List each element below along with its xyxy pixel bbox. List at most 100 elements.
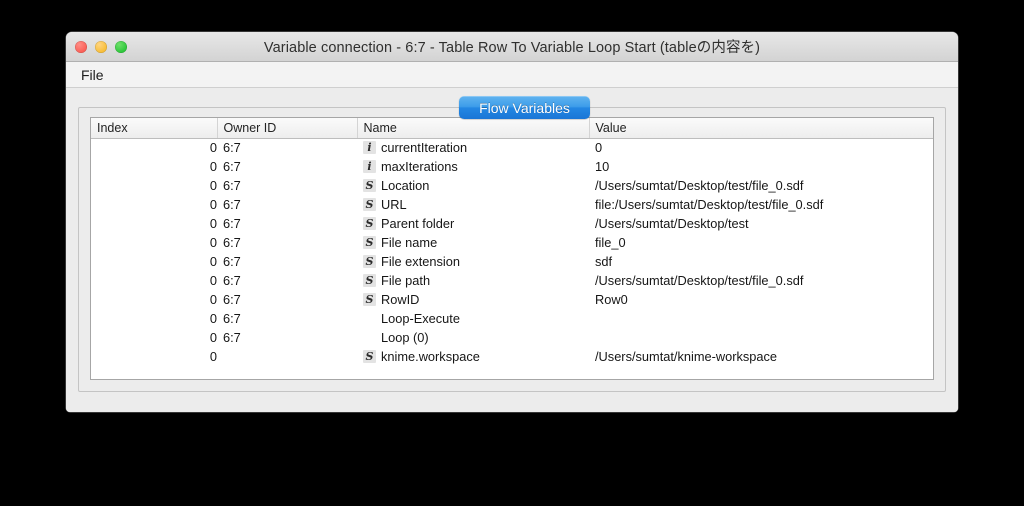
cell-owner-id: 6:7 bbox=[223, 235, 241, 250]
table-row[interactable]: 0 6:7 Loop-Execute bbox=[91, 309, 933, 328]
cell-value: 10 bbox=[595, 159, 610, 174]
variable-name: Location bbox=[381, 178, 430, 193]
dialog-body: Flow Variables Index Owner ID Name Value bbox=[66, 88, 958, 412]
cell-name: S Parent folder bbox=[357, 214, 589, 233]
variable-name: File extension bbox=[381, 254, 460, 269]
cell-owner-id: 6:7 bbox=[223, 273, 241, 288]
table-row[interactable]: 0 6:7 i currentIteration 0 bbox=[91, 138, 933, 157]
table-row[interactable]: 0 6:7 S RowID Row0 bbox=[91, 290, 933, 309]
integer-type-icon: i bbox=[363, 141, 376, 155]
cell-index: 0 bbox=[209, 330, 217, 345]
cell-owner-id: 6:7 bbox=[223, 311, 241, 326]
column-header-value[interactable]: Value bbox=[588, 118, 933, 139]
variable-name: Parent folder bbox=[381, 216, 455, 231]
flow-variables-panel: Index Owner ID Name Value 0 6:7 i currentIt… bbox=[78, 107, 946, 392]
variable-name: currentIteration bbox=[381, 140, 468, 156]
flow-variables-table: Index Owner ID Name Value 0 6:7 i currentIt… bbox=[91, 118, 933, 366]
table-row[interactable]: 0 6:7 S Parent folder/Users/sumtat/Desktop/… bbox=[91, 214, 933, 233]
table-row[interactable]: 0 6:7 S Location/Users/sumtat/Desktop/test/… bbox=[91, 176, 933, 195]
table-row[interactable]: 0 6:7 S URL file:/Users/sumtat/Desktop/test/… bbox=[91, 195, 933, 214]
string-type-icon: S bbox=[363, 198, 376, 211]
cell-value: 0 bbox=[595, 140, 603, 156]
cell-value bbox=[589, 309, 933, 328]
cell-owner-id: 6:7 bbox=[223, 254, 241, 269]
cell-index: 0 bbox=[209, 197, 217, 212]
cell-name: i currentIteration bbox=[357, 138, 589, 157]
variable-name: knime.workspace bbox=[381, 349, 480, 364]
variable-name: Loop (0) bbox=[381, 330, 429, 345]
variable-name: maxIterations bbox=[381, 159, 458, 174]
zoom-button[interactable] bbox=[115, 40, 127, 53]
cell-value: file:/Users/sumtat/Desktop/test/file_0.s… bbox=[595, 197, 824, 212]
cell-owner-id: 6:7 bbox=[223, 292, 241, 307]
cell-index: 0 bbox=[209, 235, 217, 250]
cell-owner-id: 6:7 bbox=[223, 197, 241, 212]
cell-name: S RowID bbox=[357, 290, 589, 309]
cell-owner-id bbox=[217, 347, 357, 366]
cell-index: 0 bbox=[209, 292, 217, 307]
cell-name: S File extension bbox=[357, 252, 589, 271]
cell-value: /Users/sumtat/knime-workspace bbox=[595, 349, 778, 364]
window-titlebar: Variable connection - 6:7 - Table Row To… bbox=[66, 32, 958, 62]
cell-owner-id: 6:7 bbox=[223, 140, 241, 156]
flow-variables-table-frame: Index Owner ID Name Value 0 6:7 i currentIt… bbox=[90, 117, 934, 380]
cell-value bbox=[589, 328, 933, 347]
close-button[interactable] bbox=[75, 40, 87, 53]
cell-index: 0 bbox=[209, 254, 217, 269]
cell-value: /Users/sumtat/Desktop/test/file_0.sdf bbox=[595, 178, 804, 193]
table-row[interactable]: 0 6:7 S File name file_0 bbox=[91, 233, 933, 252]
cell-index: 0 bbox=[209, 216, 217, 231]
column-header-index[interactable]: Index bbox=[91, 118, 217, 139]
minimize-button[interactable] bbox=[95, 40, 107, 53]
table-header: Index Owner ID Name Value bbox=[91, 118, 933, 139]
table-row[interactable]: 0 6:7 S File extension sdf bbox=[91, 252, 933, 271]
string-type-icon: S bbox=[363, 255, 376, 268]
string-type-icon: S bbox=[363, 179, 376, 192]
cell-value: sdf bbox=[595, 254, 613, 269]
cell-index: 0 bbox=[209, 159, 217, 174]
cell-owner-id: 6:7 bbox=[223, 178, 241, 193]
table-row[interactable]: 0 6:7 i maxIterations 10 bbox=[91, 157, 933, 176]
cell-index: 0 bbox=[209, 178, 217, 193]
cell-name: Sknime.workspace bbox=[357, 347, 589, 366]
string-type-icon: S bbox=[363, 217, 376, 230]
cell-name: Loop (0) bbox=[357, 328, 589, 347]
cell-name: S File path bbox=[357, 271, 589, 290]
window-controls bbox=[75, 40, 127, 53]
table-row[interactable]: 0 6:7 Loop (0) bbox=[91, 328, 933, 347]
string-type-icon: S bbox=[363, 293, 376, 306]
cell-value: /Users/sumtat/Desktop/test/file_0.sdf bbox=[595, 273, 804, 288]
integer-type-icon: i bbox=[363, 160, 376, 173]
cell-owner-id: 6:7 bbox=[223, 159, 241, 174]
cell-name: S File name bbox=[357, 233, 589, 252]
cell-name: S URL bbox=[357, 195, 589, 214]
string-type-icon: S bbox=[363, 274, 376, 287]
cell-value: Row0 bbox=[595, 292, 628, 307]
no-type-icon bbox=[363, 312, 376, 325]
variable-connection-window: Variable connection - 6:7 - Table Row To… bbox=[66, 32, 958, 412]
variable-name: URL bbox=[381, 197, 407, 212]
cell-name: S Location bbox=[357, 176, 589, 195]
cell-value: /Users/sumtat/Desktop/test bbox=[595, 216, 749, 231]
string-type-icon: S bbox=[363, 350, 376, 363]
column-header-name[interactable]: Name bbox=[356, 118, 589, 139]
window-title: Variable connection - 6:7 - Table Row To… bbox=[263, 40, 761, 56]
cell-name: i maxIterations bbox=[357, 157, 589, 176]
menubar: File bbox=[66, 62, 958, 88]
cell-index: 0 bbox=[209, 349, 217, 364]
table-row[interactable]: 0 6:7 S File path/Users/sumtat/Desktop/test… bbox=[91, 271, 933, 290]
menu-item-file[interactable]: File bbox=[76, 66, 109, 84]
table-header-row: Index Owner ID Name Value bbox=[91, 118, 933, 139]
cell-index: 0 bbox=[209, 140, 217, 156]
variable-name: File name bbox=[381, 235, 438, 250]
column-header-owner-id[interactable]: Owner ID bbox=[216, 118, 357, 139]
cell-owner-id: 6:7 bbox=[223, 216, 241, 231]
string-type-icon: S bbox=[363, 236, 376, 249]
cell-index: 0 bbox=[209, 273, 217, 288]
table-row[interactable]: 0 Sknime.workspace/Users/sumtat/knime-wor… bbox=[91, 347, 933, 366]
tab-flow-variables-label: Flow Variables bbox=[479, 99, 570, 116]
cell-name: Loop-Execute bbox=[357, 309, 589, 328]
variable-name: Loop-Execute bbox=[381, 311, 460, 326]
variable-name: File path bbox=[381, 273, 431, 288]
tab-flow-variables[interactable]: Flow Variables bbox=[459, 96, 590, 119]
